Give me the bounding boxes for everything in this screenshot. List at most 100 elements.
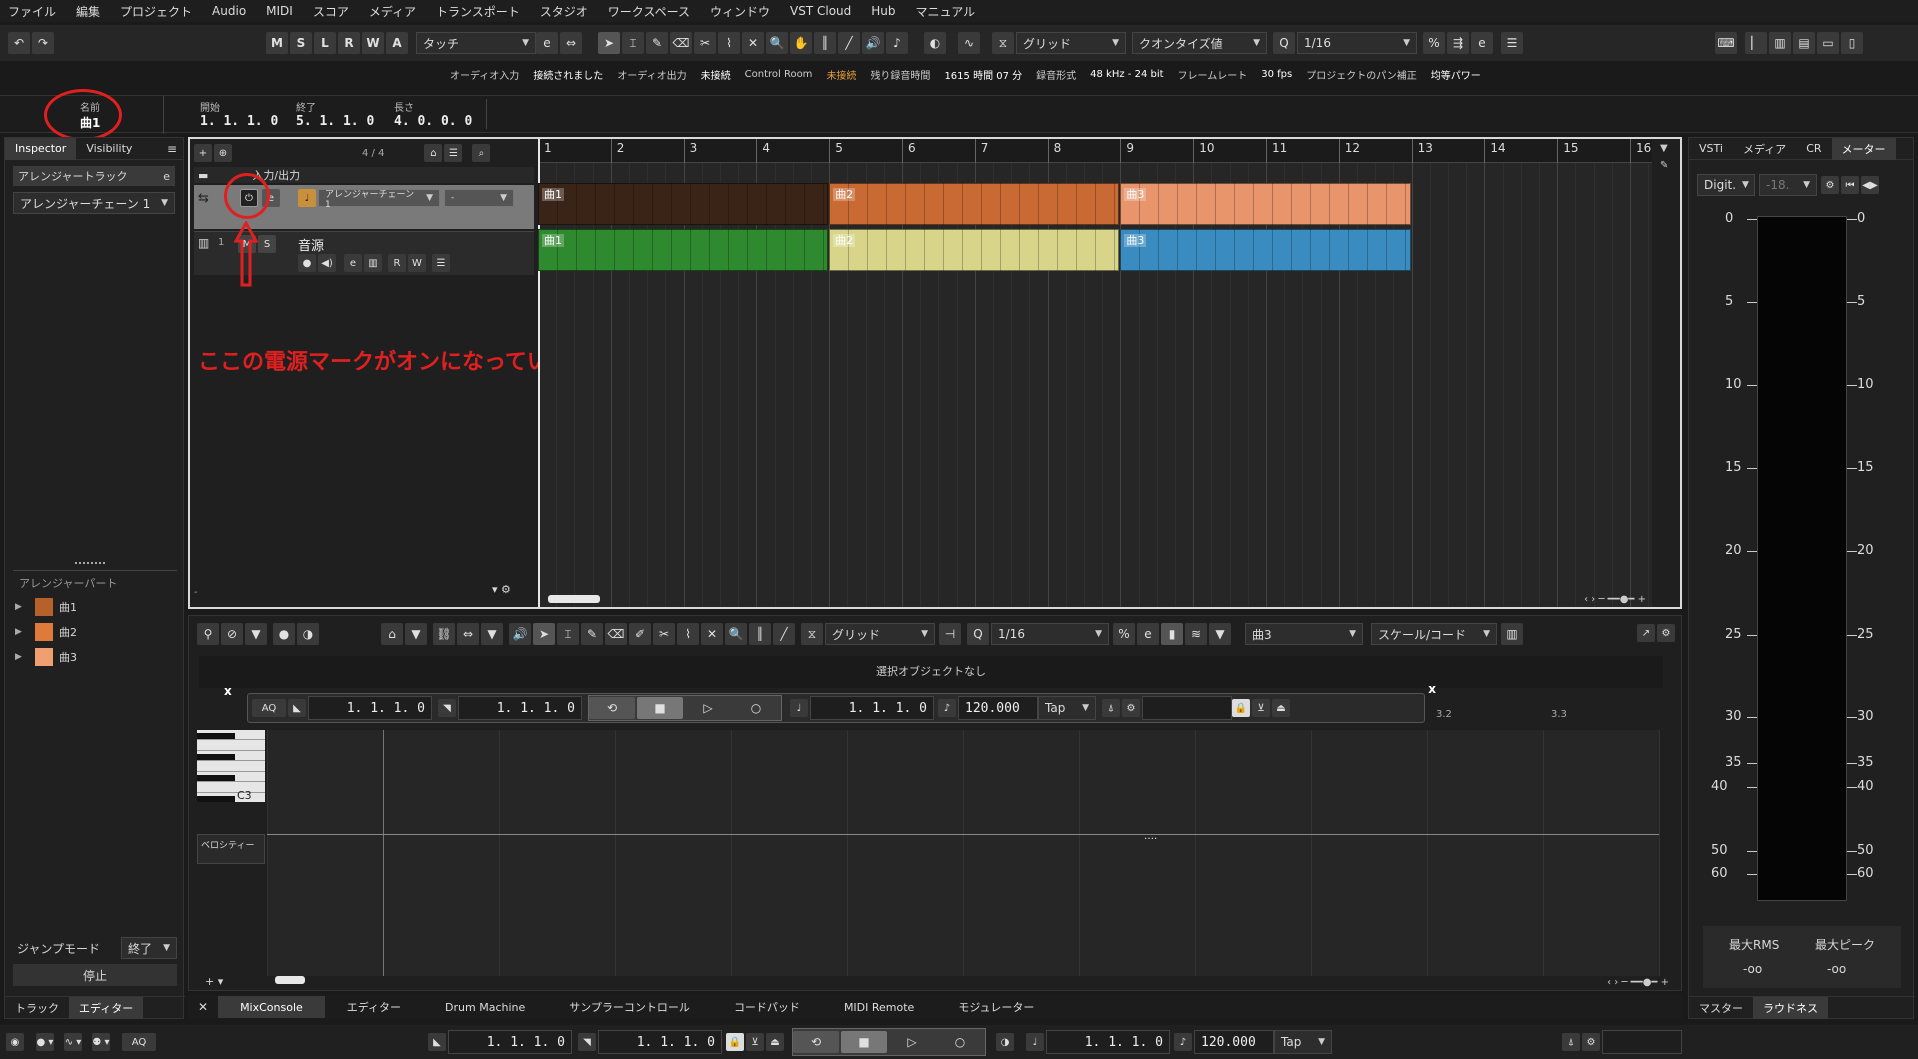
grid-type-select[interactable]: グリッド ▼ <box>1016 32 1126 54</box>
visibility-icon[interactable]: ⌂ <box>381 623 403 645</box>
undo-button[interactable]: ↶ <box>8 32 30 54</box>
audio-icon[interactable]: ◉ <box>6 1033 24 1051</box>
range-tool-icon[interactable]: ⌶ <box>557 623 579 645</box>
close-icon[interactable]: x <box>1428 682 1436 696</box>
editor-grid-select[interactable]: グリッド ▼ <box>825 623 935 645</box>
menu-item[interactable]: スコア <box>313 3 349 20</box>
stop-button[interactable]: 停止 <box>13 964 177 986</box>
keyboard-icon[interactable]: ▥ <box>1501 623 1523 645</box>
pencil-tool-icon[interactable]: ✎ <box>581 623 603 645</box>
lanes-icon[interactable]: ☰ <box>432 254 450 272</box>
lane-splitter[interactable]: ‥‥ <box>1144 831 1157 842</box>
settings-icon[interactable]: ⚙ <box>1122 699 1140 717</box>
edit-icon[interactable]: e <box>536 32 558 54</box>
track-name[interactable]: 音源 <box>298 235 324 254</box>
record-enable-icon[interactable]: ● <box>298 254 316 272</box>
arranger-chain-select[interactable]: アレンジャーチェーン 1 ▼ <box>13 192 175 214</box>
quantize-apply-icon[interactable]: ⇶ <box>1447 32 1469 54</box>
right-locator[interactable]: 1. 1. 1. 0 <box>598 1030 722 1054</box>
snap-mode-icon[interactable]: ⇔ <box>457 623 479 645</box>
quantize-value-select[interactable]: 1/16 ▼ <box>1297 32 1417 54</box>
select-tool-icon[interactable]: ➤ <box>598 32 620 54</box>
white-key[interactable] <box>197 762 265 772</box>
pencil-tool-icon[interactable]: ✎ <box>646 32 668 54</box>
layout-inspector-icon[interactable]: ▥ <box>1769 32 1791 54</box>
menu-item[interactable]: ウィンドウ <box>710 3 770 20</box>
note-grid[interactable] <box>267 730 1892 976</box>
close-lower-zone-icon[interactable]: ✕ <box>198 1000 208 1014</box>
extra-display[interactable] <box>1142 696 1232 720</box>
pin-icon[interactable]: ⚲ <box>197 623 219 645</box>
global-w-button[interactable]: W <box>362 32 384 54</box>
expand-icon[interactable]: ▶ <box>15 627 27 637</box>
tempo-display[interactable]: 120.000 <box>1194 1030 1274 1054</box>
link-icon[interactable]: ⛓ <box>433 623 455 645</box>
right-locator-icon[interactable]: ◥ <box>578 1033 596 1051</box>
tap-select[interactable]: Tap ▼ <box>1038 696 1096 720</box>
midi-part[interactable]: 曲1 <box>538 229 829 271</box>
dropdown-icon[interactable]: ▼ <box>481 623 503 645</box>
lower-zone-tab[interactable]: MIDI Remote <box>822 996 936 1018</box>
expand-icon[interactable]: ◀▶ <box>1861 176 1879 194</box>
write-button[interactable]: W <box>408 254 426 272</box>
open-window-icon[interactable]: ↗ <box>1637 624 1655 642</box>
track-presets-icon[interactable]: ⊕ <box>214 144 232 162</box>
lower-zone-tab[interactable]: コードパッド <box>712 996 822 1018</box>
zoom-slider[interactable]: ‹ › ─ ━━●━ + <box>1584 594 1646 605</box>
iq-icon[interactable]: % <box>1113 623 1135 645</box>
line-tool-icon[interactable]: ╱ <box>773 623 795 645</box>
eraser-tool-icon[interactable]: ⌫ <box>605 623 627 645</box>
editor-zoom-slider[interactable]: ‹ › ─ ━━●━ + <box>1607 977 1669 988</box>
arranger-chain-track-select[interactable]: アレンジャーチェーン 1 ▼ <box>318 189 440 210</box>
global-l-button[interactable]: L <box>314 32 336 54</box>
menu-item[interactable]: スタジオ <box>540 3 588 20</box>
black-key[interactable] <box>197 775 235 781</box>
right-tab[interactable]: メディア <box>1733 138 1796 160</box>
layout-full-icon[interactable]: ▭ <box>1817 32 1839 54</box>
snap-icon[interactable]: ⧖ <box>992 32 1014 54</box>
visibility-icon[interactable]: ⌂ <box>424 144 443 162</box>
lanes-icon[interactable]: ≋ <box>1185 623 1207 645</box>
sync-icon[interactable]: ⊘ <box>221 623 243 645</box>
record-icon[interactable]: ○ <box>937 1031 983 1053</box>
extra-display[interactable] <box>1602 1030 1682 1054</box>
instrument-icon[interactable]: ▥ <box>364 254 382 272</box>
speaker-icon[interactable]: 🔊 <box>509 623 531 645</box>
step-icon[interactable]: ◑ <box>297 623 319 645</box>
menu-item[interactable]: 編集 <box>76 3 100 20</box>
start-field[interactable]: 開始 1. 1. 1. 0 <box>200 99 278 129</box>
range-tool-icon[interactable]: ⌶ <box>622 32 644 54</box>
layout-left-icon[interactable]: ▏ <box>1745 32 1767 54</box>
menu-item[interactable]: Hub <box>871 4 895 18</box>
stop-icon[interactable]: ■ <box>841 1031 887 1053</box>
black-key[interactable] <box>197 733 235 739</box>
snap-mode-icon[interactable]: ⇔ <box>560 32 582 54</box>
quantize-icon[interactable]: Q <box>967 623 989 645</box>
dropdown-icon[interactable]: ▼ <box>1209 623 1231 645</box>
right-tab[interactable]: VSTi <box>1689 138 1733 160</box>
arranger-part-item[interactable]: ▶ 曲3 <box>15 644 175 669</box>
mute-tool-icon[interactable]: ✕ <box>742 32 764 54</box>
tab-inspector[interactable]: Inspector <box>5 137 77 160</box>
global-m-button[interactable]: M <box>266 32 288 54</box>
arranger-part-item[interactable]: ▶ 曲2 <box>15 619 175 644</box>
monitor-icon[interactable]: ◀) <box>318 254 336 272</box>
warp-tool-icon[interactable]: ♪ <box>886 32 908 54</box>
zoom-tool-icon[interactable]: 🔍 <box>766 32 788 54</box>
midi-icon[interactable]: ⚉ ▾ <box>92 1033 110 1051</box>
menu-item[interactable]: ワークスペース <box>608 3 690 20</box>
tap-select[interactable]: Tap ▼ <box>1274 1030 1332 1054</box>
length-field[interactable]: 長さ 4. 0. 0. 0 <box>394 99 488 129</box>
quantize-edit-icon[interactable]: e <box>1137 623 1159 645</box>
cycle-icon[interactable]: ⟲ <box>589 697 635 719</box>
arranger-part[interactable]: 曲1 <box>538 183 829 225</box>
vertical-zoom-column[interactable]: ▼ ✎ <box>1660 143 1676 603</box>
arranger-part-select[interactable]: - ▼ <box>444 189 514 207</box>
midi-part[interactable]: 曲2 <box>829 229 1120 271</box>
ruler[interactable]: 1 2 3 4 5 6 7 8 9 10 11 12 13 14 15 16 <box>538 139 1652 163</box>
piano-roll-icon[interactable]: ▮ <box>1161 623 1183 645</box>
solo-button[interactable]: S <box>258 235 276 253</box>
settings-icon[interactable]: ⚙ <box>1657 624 1675 642</box>
arrow-up-icon[interactable]: ⏏ <box>766 1033 784 1051</box>
scale-select[interactable]: スケール/コード ▼ <box>1371 623 1497 645</box>
